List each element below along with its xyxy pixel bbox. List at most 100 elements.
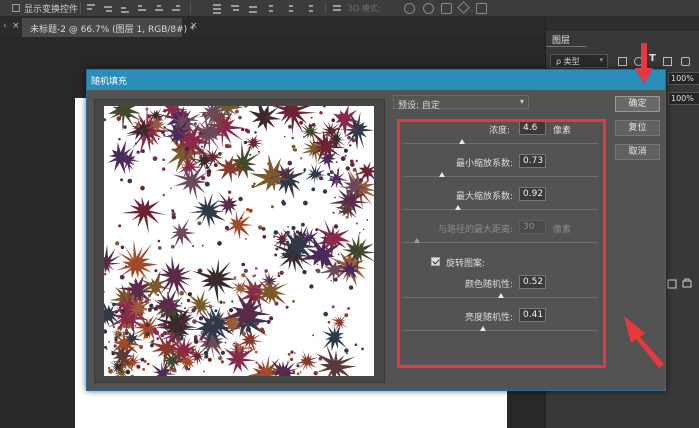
- ink-droplet: [145, 322, 150, 328]
- ink-droplet: [329, 177, 332, 180]
- layers-panel-title[interactable]: 图层: [552, 33, 570, 46]
- preview-frame: [94, 99, 385, 383]
- ink-droplet: [283, 135, 286, 138]
- ink-droplet: [134, 142, 138, 145]
- ink-droplet: [327, 320, 331, 324]
- ink-droplet: [125, 265, 127, 268]
- ink-droplet: [131, 359, 134, 361]
- cancel-button[interactable]: 取消: [615, 144, 660, 160]
- ink-droplet: [162, 193, 165, 197]
- ink-droplet: [313, 371, 318, 376]
- ink-droplet: [266, 319, 271, 324]
- close-icon[interactable]: ×: [12, 21, 20, 31]
- 3d-mode-label: 3D 模式:: [348, 4, 381, 13]
- document-tab[interactable]: 未标题-2 @ 66.7% (图层 1, RGB/8#) *: [22, 18, 195, 37]
- distribute-vcenter-icon[interactable]: [230, 3, 240, 13]
- smart-object-filter-icon[interactable]: [681, 57, 690, 66]
- ink-droplet: [152, 156, 158, 161]
- ink-droplet: [299, 173, 302, 176]
- align-hcenter-icon[interactable]: [154, 3, 164, 13]
- distribute-bottom-icon[interactable]: [248, 3, 258, 13]
- panel-collapse-icon[interactable]: ‹: [3, 21, 7, 31]
- ink-droplet: [207, 333, 210, 336]
- distribute-hcenter-icon[interactable]: [286, 3, 296, 13]
- ink-droplet: [282, 252, 286, 256]
- ink-droplet: [130, 374, 135, 376]
- align-bottom-icon[interactable]: [120, 3, 130, 13]
- ink-droplet: [343, 148, 348, 153]
- ink-droplet: [264, 269, 268, 273]
- ink-droplet: [224, 225, 230, 231]
- ink-droplet: [213, 163, 218, 167]
- ink-droplet: [122, 343, 124, 346]
- ink-droplet: [280, 271, 283, 274]
- ink-droplet: [115, 241, 120, 246]
- ink-droplet: [349, 144, 352, 147]
- 3d-orbit-icon[interactable]: [404, 3, 415, 14]
- ink-droplet: [354, 343, 358, 346]
- ink-droplet: [273, 235, 276, 238]
- ink-droplet: [348, 285, 354, 290]
- text-filter-icon[interactable]: T: [649, 53, 656, 64]
- ink-droplet: [149, 318, 152, 322]
- ink-droplet: [210, 115, 212, 117]
- 3d-pan-icon[interactable]: [441, 3, 452, 14]
- ink-droplet: [127, 178, 133, 184]
- ink-droplet: [171, 339, 176, 343]
- ink-droplet: [162, 133, 166, 137]
- show-transform-checkbox[interactable]: [12, 4, 20, 12]
- ink-droplet: [259, 327, 265, 333]
- ink-droplet: [269, 316, 274, 321]
- distribute-right-icon[interactable]: [304, 3, 314, 13]
- ink-droplet: [113, 344, 117, 348]
- 3d-roll-icon[interactable]: [423, 3, 434, 14]
- layer-kind-filter[interactable]: ρ 类型 ▾: [550, 54, 608, 68]
- dialog-title-bar[interactable]: 随机填充: [87, 70, 665, 90]
- reset-button[interactable]: 复位: [615, 120, 660, 136]
- ink-droplet: [325, 233, 328, 236]
- ink-splat: [121, 196, 167, 234]
- 3d-scale-icon[interactable]: [476, 3, 487, 14]
- ink-splat: [169, 218, 196, 248]
- ink-droplet: [112, 302, 116, 307]
- distribute-left-icon[interactable]: [268, 3, 278, 13]
- ok-button[interactable]: 确定: [615, 96, 660, 112]
- ink-droplet: [180, 302, 183, 305]
- ink-droplet: [258, 365, 262, 369]
- ink-droplet: [333, 224, 339, 229]
- ink-droplet: [140, 185, 145, 191]
- shape-filter-icon[interactable]: [663, 57, 672, 66]
- ink-droplet: [288, 124, 292, 129]
- ink-droplet: [296, 364, 300, 368]
- fill-field[interactable]: 100%: [668, 92, 699, 105]
- distribute-top-icon[interactable]: [212, 3, 222, 14]
- ink-droplet: [211, 321, 215, 325]
- align-top-icon[interactable]: [86, 3, 96, 13]
- ink-droplet: [303, 200, 308, 206]
- opacity-field[interactable]: 100%: [668, 72, 699, 85]
- ink-droplet: [162, 158, 165, 162]
- ink-droplet: [104, 272, 107, 276]
- 3d-slide-icon[interactable]: [457, 1, 470, 14]
- separator: [325, 2, 326, 14]
- align-vcenter-icon[interactable]: [103, 3, 113, 13]
- auto-align-icon[interactable]: [332, 3, 342, 13]
- ink-droplet: [253, 182, 256, 185]
- ink-droplet: [241, 128, 245, 132]
- ink-droplet: [224, 143, 230, 149]
- ink-droplet: [241, 331, 246, 336]
- ink-droplet: [311, 187, 316, 192]
- ink-droplet: [334, 179, 339, 184]
- align-right-icon[interactable]: [171, 3, 181, 13]
- preset-select-label: 预设: 自定: [398, 101, 440, 111]
- align-left-icon[interactable]: [137, 3, 147, 13]
- ink-droplet: [121, 309, 125, 313]
- ink-droplet: [207, 357, 212, 362]
- ink-splat: [294, 350, 318, 372]
- adjustment-filter-icon[interactable]: [634, 57, 643, 66]
- ink-droplet: [231, 328, 233, 331]
- document-tab-close-icon[interactable]: ×: [190, 21, 198, 31]
- image-filter-icon[interactable]: [618, 57, 627, 66]
- ink-droplet: [275, 247, 279, 251]
- ink-droplet: [265, 115, 270, 119]
